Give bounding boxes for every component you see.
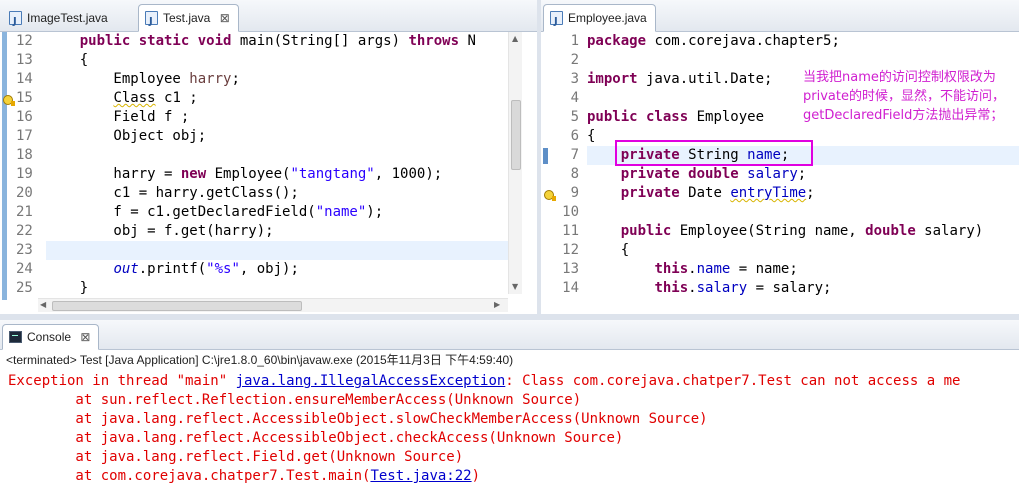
console-icon bbox=[9, 331, 22, 343]
tab-console[interactable]: Console ⊠ bbox=[2, 324, 100, 350]
java-file-icon bbox=[9, 9, 22, 35]
exception-line: Exception in thread "main" java.lang.Ill… bbox=[8, 373, 961, 389]
code-line: public Employee(String name, double sala… bbox=[620, 223, 984, 239]
highlight-box bbox=[615, 140, 813, 166]
scroll-thumb[interactable] bbox=[52, 301, 302, 311]
java-file-icon bbox=[550, 9, 563, 35]
annotation-ruler bbox=[541, 32, 549, 314]
code-line: Employee harry; bbox=[46, 71, 240, 87]
warning-icon[interactable] bbox=[3, 91, 15, 106]
code-line: obj = f.get(harry); bbox=[46, 223, 274, 239]
stack-line: at sun.reflect.Reflection.ensureMemberAc… bbox=[8, 392, 582, 408]
warning-icon[interactable] bbox=[544, 186, 556, 201]
code-line: harry = new Employee("tangtang", 1000); bbox=[46, 166, 443, 182]
scroll-thumb[interactable] bbox=[511, 100, 521, 170]
code-line: c1 = harry.getClass(); bbox=[46, 185, 299, 201]
stack-line: at java.lang.reflect.AccessibleObject.ch… bbox=[8, 430, 624, 446]
employee-java-editor[interactable]: 1 2 3 4 5 6 7 8 9 10 11 12 13 14 package… bbox=[541, 32, 1019, 314]
scroll-right-icon[interactable]: ▶ bbox=[494, 300, 500, 309]
tab-employee[interactable]: Employee.java bbox=[543, 4, 656, 35]
console-view[interactable]: <terminated> Test [Java Application] C:\… bbox=[0, 350, 1019, 487]
tab-label: ImageTest.java bbox=[27, 11, 108, 25]
right-editor-tabbar: Employee.java bbox=[541, 0, 1019, 35]
close-icon[interactable]: ⊠ bbox=[80, 330, 90, 344]
code-line: this.name = name; bbox=[654, 261, 798, 277]
code-line: Class c1 ; bbox=[113, 90, 198, 106]
close-icon[interactable]: ⊠ bbox=[220, 5, 230, 31]
vertical-scrollbar[interactable]: ▲ ▼ bbox=[508, 32, 522, 294]
left-editor-tabbar: ImageTest.java Test.java ⊠ bbox=[0, 0, 537, 35]
stack-line: at java.lang.reflect.Field.get(Unknown S… bbox=[8, 449, 464, 465]
code-line: f = c1.getDeclaredField("name"); bbox=[46, 204, 384, 220]
line-number-gutter: 1 2 3 4 5 6 7 8 9 10 11 12 13 14 bbox=[562, 33, 579, 296]
code-line: public static void main(String[] args) t… bbox=[79, 33, 476, 49]
console-status: <terminated> Test [Java Application] C:\… bbox=[6, 353, 514, 367]
annotation-ruler bbox=[0, 32, 8, 314]
console-output[interactable]: Exception in thread "main" java.lang.Ill… bbox=[8, 372, 1019, 486]
tab-test[interactable]: Test.java ⊠ bbox=[138, 4, 239, 35]
current-line bbox=[46, 241, 508, 260]
code-line: package com.corejava.chapter5; bbox=[587, 33, 840, 49]
scroll-up-icon[interactable]: ▲ bbox=[512, 34, 518, 43]
source-link[interactable]: Test.java:22 bbox=[370, 468, 471, 484]
tab-label: Console bbox=[27, 330, 72, 344]
code-line: { bbox=[587, 242, 630, 258]
code-line: private double salary; bbox=[620, 166, 807, 182]
test-java-editor[interactable]: 12 13 14 15 16 17 18 19 20 21 22 23 24 2… bbox=[0, 32, 537, 314]
code-line: Field f ; bbox=[46, 109, 190, 125]
horizontal-scrollbar[interactable]: ◀ ▶ bbox=[38, 298, 508, 312]
scroll-down-icon[interactable]: ▼ bbox=[512, 282, 518, 291]
code-area[interactable]: public static void main(String[] args) t… bbox=[46, 32, 508, 298]
stack-line: at java.lang.reflect.AccessibleObject.sl… bbox=[8, 411, 708, 427]
code-line: private Date entryTime; bbox=[620, 185, 815, 201]
stack-line: at com.corejava.chatper7.Test.main(Test.… bbox=[8, 468, 481, 484]
code-line: { bbox=[46, 52, 89, 68]
code-line: this.salary = salary; bbox=[654, 280, 832, 296]
code-line: } bbox=[46, 280, 89, 296]
tab-imagetest[interactable]: ImageTest.java bbox=[2, 4, 117, 35]
tab-label: Test.java bbox=[163, 11, 211, 25]
java-file-icon bbox=[145, 9, 158, 35]
scroll-left-icon[interactable]: ◀ bbox=[40, 300, 46, 309]
exception-link[interactable]: java.lang.IllegalAccessException bbox=[236, 373, 506, 389]
annotation-note: 当我把name的访问控制权限改为 private的时候，显然，不能访问，getD… bbox=[803, 70, 1005, 123]
tab-label: Employee.java bbox=[568, 11, 647, 25]
code-line: out.printf("%s", obj); bbox=[113, 261, 299, 277]
code-line: Object obj; bbox=[46, 128, 207, 144]
console-tabbar: Console ⊠ bbox=[0, 320, 1019, 350]
